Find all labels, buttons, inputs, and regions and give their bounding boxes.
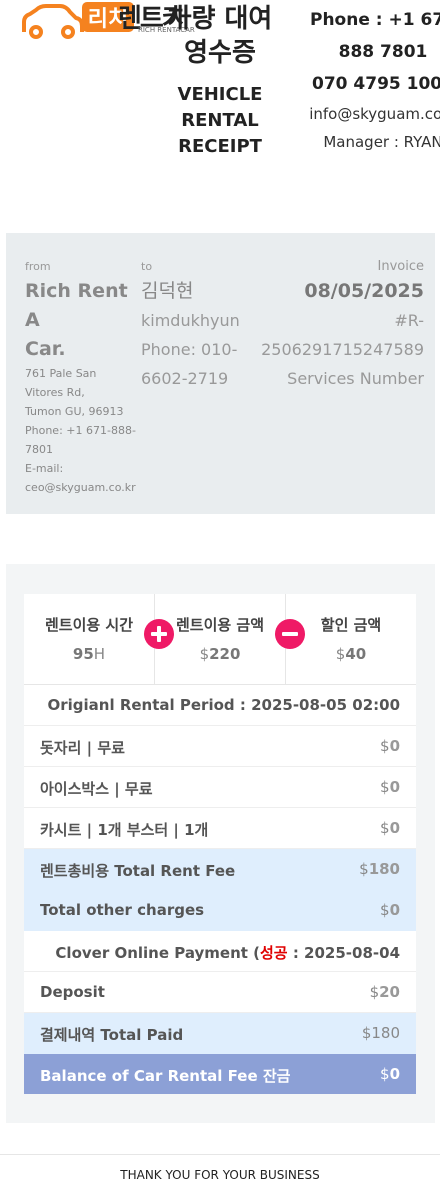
rental-amount-value: 220 bbox=[209, 645, 241, 663]
from-company-name-line-2: Car. bbox=[25, 338, 66, 360]
plus-circle-icon bbox=[144, 619, 174, 649]
payment-status: 성공 bbox=[260, 944, 288, 962]
discount-currency: $ bbox=[335, 645, 346, 663]
carseat-row: 카시트 | 1개 부스터 | 1개 $0 bbox=[24, 808, 416, 849]
carseat-amount: $0 bbox=[380, 819, 400, 837]
total-rent-currency: $ bbox=[359, 860, 369, 878]
fee-summary: 렌트이용 시간 95H 렌트이용 금액 $220 할인 금액 $40 bbox=[24, 594, 416, 685]
total-rent-amount: $180 bbox=[359, 860, 400, 878]
invoice-number: #R- bbox=[394, 311, 424, 330]
from-column: from Rich Rent A Car. 761 Pale San Vitor… bbox=[25, 259, 145, 497]
balance-row: Balance of Car Rental Fee 잔금 $0 bbox=[24, 1054, 416, 1094]
from-company-name: Rich Rent A bbox=[25, 280, 128, 331]
invoice-label: Invoice bbox=[377, 259, 424, 274]
footer-divider bbox=[0, 1154, 440, 1155]
from-address-line-3: Tumon GU, 96913 bbox=[25, 405, 124, 418]
balance-label: Balance of Car Rental Fee 잔금 bbox=[40, 1067, 291, 1085]
mat-currency: $ bbox=[380, 737, 390, 755]
invoice-services-number: Services Number bbox=[287, 369, 424, 388]
title-korean-line-2: 영수증 bbox=[184, 38, 256, 68]
deposit-currency: $ bbox=[369, 983, 380, 1001]
rental-time-label: 렌트이용 시간 bbox=[44, 616, 134, 634]
rental-time-unit: H bbox=[93, 645, 106, 663]
from-phone-line-2: 7801 bbox=[25, 443, 53, 456]
deposit-label: Deposit bbox=[40, 983, 105, 1001]
receipt-title: 차량 대여 영수증 VEHICLE RENTAL RECEIPT bbox=[150, 2, 290, 160]
payment-date: : 2025-08-04 bbox=[287, 944, 400, 962]
invoice-date: 08/05/2025 bbox=[304, 280, 424, 302]
discount-label: 할인 금액 bbox=[320, 616, 382, 634]
rental-amount-currency: $ bbox=[199, 645, 210, 663]
invoice-column: Invoice 08/05/2025 #R- 2506291715247589 … bbox=[224, 259, 424, 393]
minus-circle-icon bbox=[275, 619, 305, 649]
icebox-currency: $ bbox=[380, 778, 390, 796]
total-paid-label: 결제내역 Total Paid bbox=[40, 1026, 184, 1044]
title-korean-line-1: 차량 대여 bbox=[167, 4, 273, 34]
invoice-number-line-2: 2506291715247589 bbox=[261, 340, 424, 359]
rental-amount-value-wrap: $220 bbox=[155, 645, 285, 663]
contact-phone-line-3: 070 4795 1001 bbox=[312, 74, 440, 94]
deposit-value: 20 bbox=[379, 983, 400, 1001]
total-rent-row: 렌트총비용 Total Rent Fee $180 bbox=[24, 849, 416, 890]
contact-phone-line-2: 888 7801 bbox=[338, 42, 428, 62]
rental-period-row: Origianl Rental Period : 2025-08-05 02:0… bbox=[24, 685, 416, 726]
total-paid-value: $180 bbox=[361, 1024, 400, 1042]
from-phone: Phone: +1 671-888- bbox=[25, 424, 136, 437]
mat-amount: $0 bbox=[380, 737, 400, 755]
mat-row: 돗자리 | 무료 $0 bbox=[24, 726, 416, 767]
total-paid-row: 결제내역 Total Paid $180 bbox=[24, 1013, 416, 1054]
company-contact: Phone : +1 671 888 7801 070 4795 1001 in… bbox=[283, 4, 440, 156]
icebox-amount: $0 bbox=[380, 778, 400, 796]
carseat-currency: $ bbox=[380, 819, 390, 837]
from-email-label: E-mail: bbox=[25, 462, 64, 475]
footer-thanks: THANK YOU FOR YOUR BUSINESS bbox=[120, 1168, 320, 1182]
carseat-label: 카시트 | 1개 부스터 | 1개 bbox=[40, 821, 209, 839]
from-address-line-1: 761 Pale San bbox=[25, 367, 97, 380]
title-english-line-2: RENTAL bbox=[181, 110, 259, 131]
from-label: from bbox=[25, 260, 51, 273]
from-email[interactable]: ceo@skyguam.co.kr bbox=[25, 478, 145, 497]
rental-amount-cell: 렌트이용 금액 $220 bbox=[155, 594, 285, 684]
rental-amount-label: 렌트이용 금액 bbox=[175, 616, 265, 634]
total-rent-label: 렌트총비용 Total Rent Fee bbox=[40, 862, 236, 880]
title-english-line-3: RECEIPT bbox=[178, 136, 262, 157]
address-panel: from Rich Rent A Car. 761 Pale San Vitor… bbox=[6, 233, 435, 514]
fee-panel: 렌트이용 시간 95H 렌트이용 금액 $220 할인 금액 $40 Origi… bbox=[6, 564, 435, 1123]
rental-time-cell: 렌트이용 시간 95H bbox=[24, 594, 154, 684]
rental-period-text: Origianl Rental Period : 2025-08-05 02:0… bbox=[47, 696, 401, 714]
balance-amount: $0 bbox=[380, 1065, 400, 1083]
total-rent-value: 180 bbox=[368, 860, 400, 878]
payment-text: Clover Online Payment (성공 : 2025-08-04 bbox=[24, 942, 416, 963]
discount-value: 40 bbox=[345, 645, 367, 663]
rental-time-value-wrap: 95H bbox=[24, 645, 154, 663]
other-charges-row: Total other charges $0 bbox=[24, 890, 416, 931]
other-charges-currency: $ bbox=[380, 901, 390, 919]
fee-table: 렌트이용 시간 95H 렌트이용 금액 $220 할인 금액 $40 Origi… bbox=[24, 594, 416, 1094]
deposit-row: Deposit $20 bbox=[24, 972, 416, 1013]
balance-currency: $ bbox=[380, 1065, 390, 1083]
other-charges-value: 0 bbox=[389, 901, 400, 919]
title-english-line-1: VEHICLE bbox=[177, 84, 263, 105]
other-charges-label: Total other charges bbox=[40, 901, 205, 919]
icebox-row: 아이스박스 | 무료 $0 bbox=[24, 767, 416, 808]
receipt-header: 리치 렌트카 RICH RENTACAR 차량 대여 영수증 VEHICLE R… bbox=[0, 0, 440, 170]
mat-value: 0 bbox=[389, 737, 400, 755]
payment-method: Clover Online Payment ( bbox=[55, 944, 260, 962]
contact-email[interactable]: info@skyguam.com bbox=[283, 100, 440, 128]
mat-label: 돗자리 | 무료 bbox=[40, 739, 125, 757]
icebox-value: 0 bbox=[389, 778, 400, 796]
discount-value-wrap: $40 bbox=[286, 645, 416, 663]
contact-manager: Manager : RYAN bbox=[323, 133, 440, 151]
balance-value: 0 bbox=[389, 1065, 400, 1083]
carseat-value: 0 bbox=[389, 819, 400, 837]
payment-row: Clover Online Payment (성공 : 2025-08-04 bbox=[24, 931, 416, 972]
from-address-line-2: Vitores Rd, bbox=[25, 386, 85, 399]
icebox-label: 아이스박스 | 무료 bbox=[40, 780, 153, 798]
rental-time-value: 95 bbox=[72, 645, 94, 663]
contact-phone: Phone : +1 671 bbox=[310, 10, 440, 30]
other-charges-amount: $0 bbox=[380, 901, 400, 919]
discount-cell: 할인 금액 $40 bbox=[286, 594, 416, 684]
deposit-amount: $20 bbox=[370, 983, 400, 1001]
